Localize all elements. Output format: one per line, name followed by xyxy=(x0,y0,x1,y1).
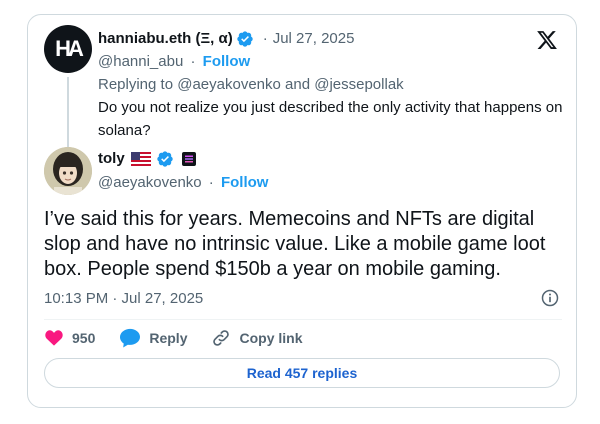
separator-dot: · xyxy=(262,30,268,47)
read-replies-label: Read 457 replies xyxy=(246,365,358,381)
parent-date[interactable]: Jul 27, 2025 xyxy=(273,29,355,49)
copy-link-button[interactable]: Copy link xyxy=(211,328,303,348)
us-flag-icon xyxy=(130,152,151,166)
author-name[interactable]: toly xyxy=(98,149,125,169)
author-handle[interactable]: @aeyakovenko xyxy=(98,174,202,191)
parent-tweet-text: Do you not realize you just described th… xyxy=(98,99,563,139)
action-bar: 950 Reply Copy link xyxy=(44,326,327,350)
read-replies-button[interactable]: Read 457 replies xyxy=(44,358,560,388)
heart-icon xyxy=(45,330,63,346)
verified-icon xyxy=(237,31,253,47)
parent-avatar-text: HA xyxy=(55,36,84,61)
author-avatar[interactable] xyxy=(44,147,92,195)
replying-and: and xyxy=(285,76,311,93)
separator-dot: · xyxy=(190,53,196,70)
reply-mention-1[interactable]: @aeyakovenko xyxy=(177,76,281,93)
verified-icon xyxy=(156,151,173,167)
copy-link-label: Copy link xyxy=(239,330,303,346)
link-icon xyxy=(213,330,230,346)
like-button[interactable]: 950 xyxy=(44,328,95,348)
x-logo-icon[interactable] xyxy=(536,29,558,51)
parent-handle-row: @hanni_abu · Follow xyxy=(98,52,250,72)
author-follow-link[interactable]: Follow xyxy=(221,174,269,191)
anime-avatar-icon xyxy=(44,147,92,195)
tweet-card: HA hanniabu.eth (Ξ, α) · Jul 27, 2025 @h… xyxy=(27,14,577,408)
reply-label: Reply xyxy=(149,330,188,346)
divider xyxy=(44,319,562,320)
parent-avatar[interactable]: HA xyxy=(44,25,92,73)
tweet-text: I’ve said this for years. Memecoins and … xyxy=(44,208,546,280)
replying-to: Replying to @aeyakovenko and @jessepolla… xyxy=(98,75,404,95)
like-count: 950 xyxy=(72,330,96,346)
thread-line xyxy=(67,77,69,153)
replying-prefix: Replying to xyxy=(98,76,174,93)
separator-dot: · xyxy=(208,174,214,191)
badge-icon[interactable] xyxy=(181,152,196,166)
author-header: toly xyxy=(98,149,196,169)
parent-follow-link[interactable]: Follow xyxy=(203,53,251,70)
info-icon[interactable] xyxy=(540,288,560,308)
author-handle-row: @aeyakovenko · Follow xyxy=(98,173,268,193)
reply-icon xyxy=(120,328,141,348)
parent-handle[interactable]: @hanni_abu xyxy=(98,53,183,70)
tweet-timestamp[interactable]: 10:13 PM · Jul 27, 2025 xyxy=(44,289,203,309)
parent-header: hanniabu.eth (Ξ, α) · Jul 27, 2025 xyxy=(98,29,354,49)
reply-button[interactable]: Reply xyxy=(119,328,187,348)
reply-mention-2[interactable]: @jessepollak xyxy=(314,76,403,93)
parent-author-name[interactable]: hanniabu.eth (Ξ, α) xyxy=(98,29,233,49)
